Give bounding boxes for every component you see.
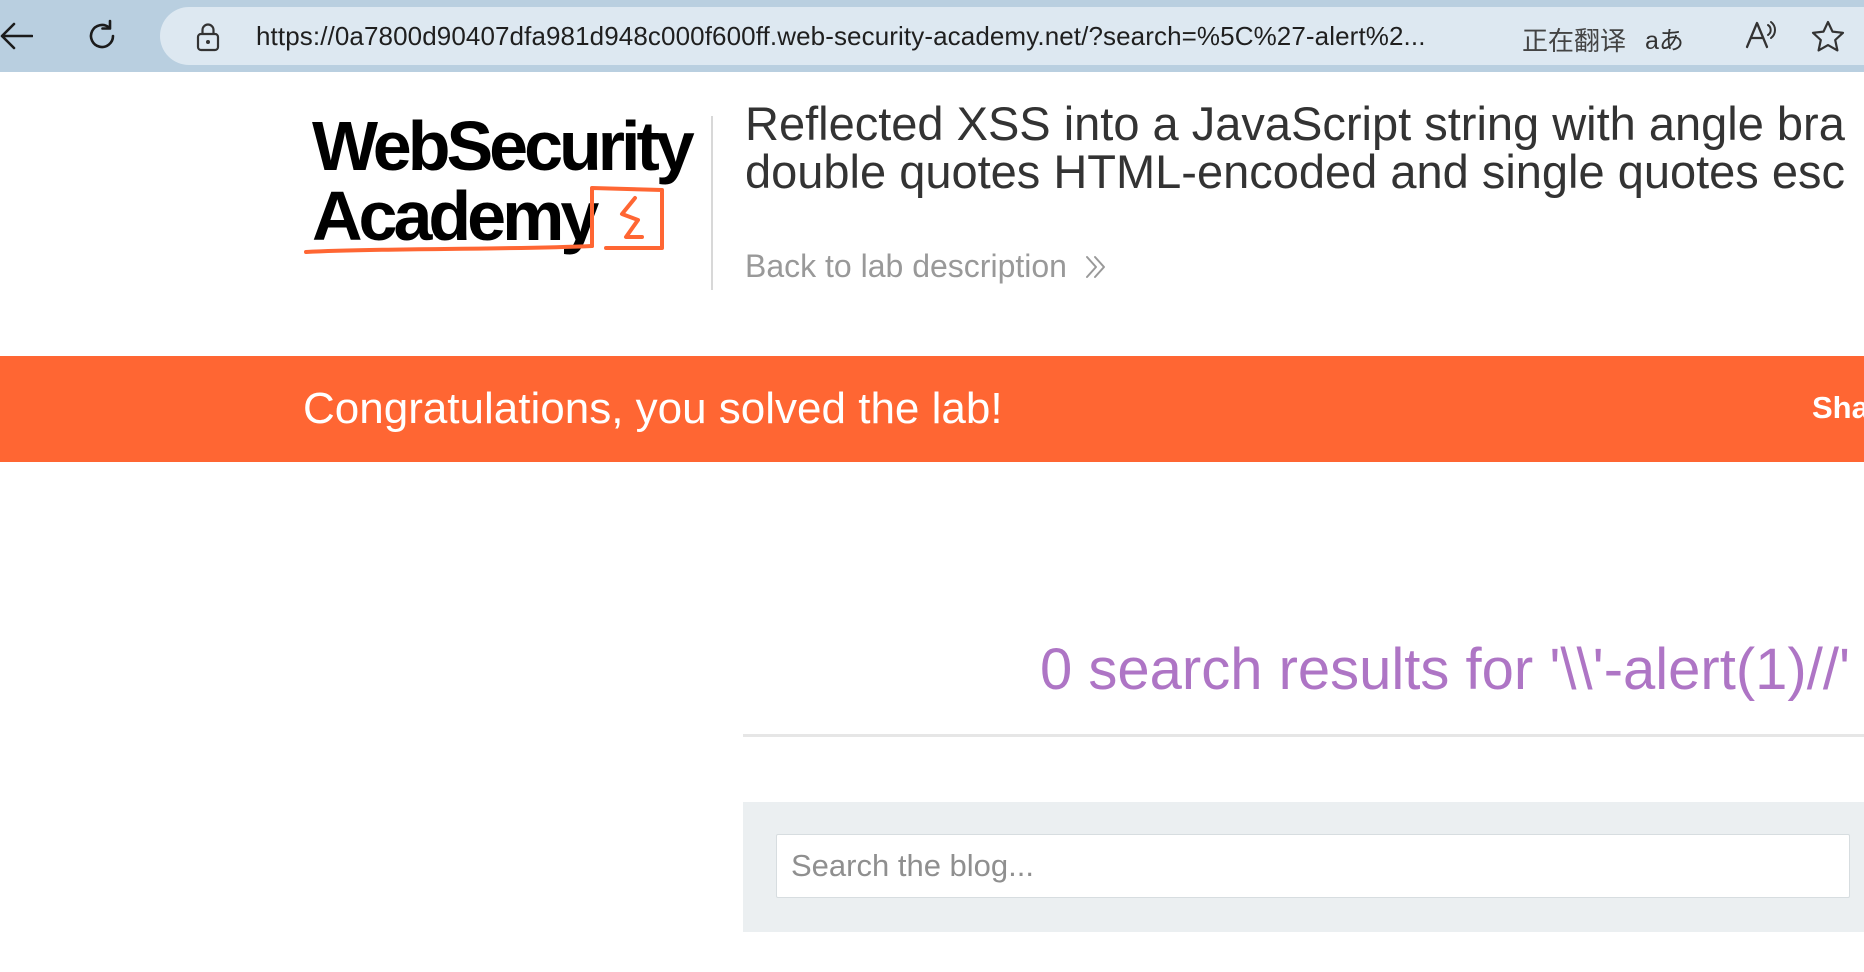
search-panel <box>743 802 1864 932</box>
lab-title-line2: double quotes HTML-encoded and single qu… <box>745 145 1846 198</box>
address-bar[interactable]: https://0a7800d90407dfa981d948c000f600ff… <box>160 7 1864 65</box>
back-arrow-icon[interactable] <box>0 12 40 60</box>
browser-toolbar: https://0a7800d90407dfa981d948c000f600ff… <box>0 0 1864 72</box>
favorite-star-icon[interactable] <box>1810 19 1846 58</box>
lab-title: Reflected XSS into a JavaScript string w… <box>745 100 1864 196</box>
search-input[interactable] <box>776 834 1850 898</box>
back-to-lab-description-link[interactable]: Back to lab description <box>745 248 1109 285</box>
logo-line2: Academy <box>312 177 599 255</box>
lab-solved-banner: Congratulations, you solved the lab! Sha <box>0 356 1864 462</box>
search-results-heading: 0 search results for '\\'-alert(1)//' <box>1040 637 1851 702</box>
lock-icon[interactable] <box>195 22 221 57</box>
back-link-label[interactable]: Back to lab description <box>745 248 1067 285</box>
lab-title-line1: Reflected XSS into a JavaScript string w… <box>745 97 1845 150</box>
read-aloud-icon[interactable] <box>1744 19 1778 56</box>
double-chevron-right-icon[interactable] <box>1083 254 1109 280</box>
translate-status[interactable]: 正在翻译 <box>1522 21 1626 58</box>
logo-divider <box>711 116 713 290</box>
share-button[interactable]: Sha <box>1812 390 1864 426</box>
congratulations-message: Congratulations, you solved the lab! <box>303 384 1003 433</box>
translate-icon[interactable]: aあ <box>1645 21 1684 57</box>
results-divider <box>743 734 1864 737</box>
logo-line1: WebSecurity <box>312 110 695 185</box>
refresh-icon[interactable] <box>78 12 126 60</box>
url-text[interactable]: https://0a7800d90407dfa981d948c000f600ff… <box>256 21 1426 52</box>
web-security-academy-logo[interactable]: WebSecurity Academy <box>300 107 720 260</box>
